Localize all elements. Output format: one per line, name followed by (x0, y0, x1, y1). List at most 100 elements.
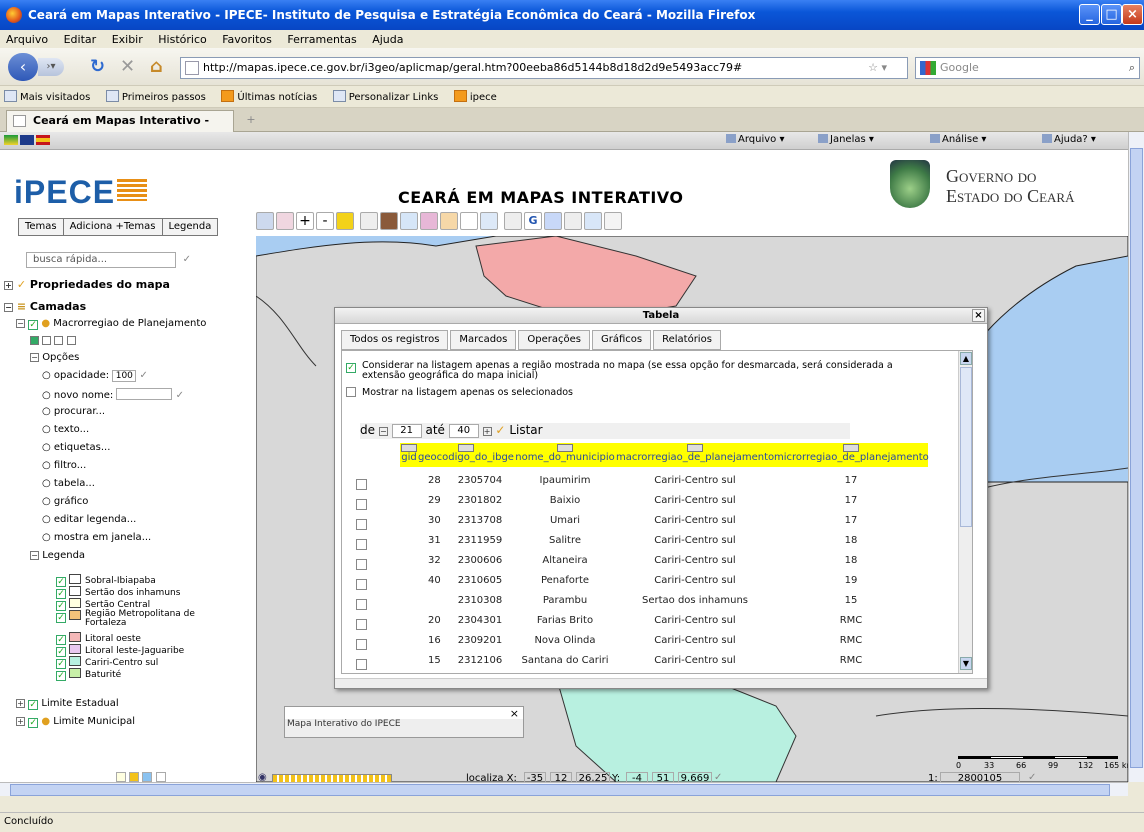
pan-icon[interactable] (256, 212, 274, 230)
page-scroll-thumb[interactable] (1130, 148, 1143, 768)
selection-icon[interactable] (400, 212, 418, 230)
address-bar[interactable]: http://mapas.ipece.ce.gov.br/i3geo/aplic… (180, 57, 908, 79)
expand-icon[interactable]: + (4, 281, 13, 290)
options-node[interactable]: − Opções (30, 352, 79, 363)
table-row[interactable]: 40 2310605 Penaforte Cariri-Centro sul 19 (356, 571, 956, 591)
tab-marcados[interactable]: Marcados (450, 330, 517, 350)
option-grafico[interactable]: ○ gráfico (42, 496, 88, 507)
range-to-input[interactable]: 40 (448, 424, 479, 438)
refresh-map-icon[interactable] (360, 212, 378, 230)
option-procurar[interactable]: ○ procurar... (42, 406, 105, 417)
listar-button[interactable]: Listar (509, 423, 542, 437)
sort-icon[interactable] (401, 444, 417, 452)
collapse-icon[interactable]: − (30, 353, 39, 362)
extent-icon[interactable] (336, 212, 354, 230)
map-properties-node[interactable]: + ✓ Propriedades do mapa (4, 278, 170, 291)
table-row[interactable]: 15 2312106 Santana do Cariri Cariri-Centro … (356, 651, 956, 671)
top-menu-ajuda[interactable]: Ajuda? ▾ (1042, 134, 1096, 145)
bookmark-primeiros-passos[interactable]: Primeiros passos (102, 90, 206, 103)
sort-icon[interactable] (458, 444, 474, 452)
new-name-apply-icon[interactable]: ✓ (176, 390, 184, 401)
scale-go-icon[interactable]: ✓ (1028, 772, 1036, 782)
y-seconds-input[interactable]: 9.669 (678, 772, 712, 782)
maximize-button[interactable]: □ (1101, 4, 1122, 25)
home-icon[interactable]: ⌂ (150, 56, 163, 77)
scroll-up-icon[interactable]: ▲ (960, 352, 972, 365)
option-mostra-em-janela[interactable]: ○ mostra em janela... (42, 532, 151, 543)
scroll-down-icon[interactable]: ▼ (960, 657, 972, 670)
back-button[interactable]: ‹ (8, 53, 38, 81)
range-next-icon[interactable]: + (482, 427, 492, 436)
layers-node[interactable]: − ≡ Camadas (4, 300, 86, 313)
measure-icon[interactable] (440, 212, 458, 230)
tabela-scrollbar[interactable]: ▲ ▼ (958, 351, 972, 673)
column-header-microrregiao[interactable]: microrregiao_de_planejamento (774, 443, 929, 467)
page-vertical-scrollbar[interactable] (1128, 132, 1144, 782)
tab-adiciona-temas[interactable]: Adiciona +Temas (62, 218, 163, 236)
tab-operacoes[interactable]: Operações (518, 330, 590, 350)
new-name-input[interactable] (116, 388, 173, 400)
top-menu-analise[interactable]: Análise ▾ (930, 134, 986, 145)
zoom-out-icon[interactable]: - (316, 212, 334, 230)
sort-icon[interactable] (557, 444, 573, 452)
option-texto[interactable]: ○ texto... (42, 424, 89, 435)
info-icon[interactable] (480, 212, 498, 230)
tabela-close-button[interactable]: × (972, 309, 985, 322)
selected-only-checkbox[interactable] (346, 387, 356, 397)
row-checkbox[interactable] (356, 519, 367, 530)
row-checkbox[interactable] (356, 639, 367, 650)
pie-icon[interactable] (420, 212, 438, 230)
page-horizontal-scrollbar[interactable] (0, 782, 1128, 796)
menu-ajuda[interactable]: Ajuda (366, 30, 409, 46)
flag-brazil-icon[interactable] (4, 135, 18, 145)
menu-arquivo[interactable]: Arquivo (0, 30, 54, 46)
bookmark-ipece[interactable]: ipece (450, 90, 497, 103)
top-menu-arquivo[interactable]: Arquivo ▾ (726, 134, 784, 145)
row-checkbox[interactable] (356, 479, 367, 490)
tab-todos-registros[interactable]: Todos os registros (341, 330, 449, 350)
scale-input[interactable]: 2800105 (940, 772, 1020, 782)
row-checkbox[interactable] (356, 659, 367, 670)
row-checkbox[interactable] (356, 559, 367, 570)
range-from-input[interactable]: 21 (391, 424, 422, 438)
reload-icon[interactable]: ↻ (90, 56, 105, 77)
browser-tab[interactable]: Ceará em Mapas Interativo - IPECE- ... (6, 110, 234, 147)
range-prev-icon[interactable]: − (378, 427, 388, 436)
region-only-checkbox[interactable]: ✓ (346, 363, 356, 373)
y-minutes-input[interactable]: 51 (652, 772, 674, 782)
collapse-icon[interactable]: − (30, 551, 39, 560)
table-row[interactable]: 29 2301802 Baixio Cariri-Centro sul 17 (356, 491, 956, 511)
option-etiquetas[interactable]: ○ etiquetas... (42, 442, 110, 453)
menu-historico[interactable]: Histórico (152, 30, 212, 46)
bookmark-personalizar-links[interactable]: Personalizar Links (329, 90, 438, 103)
overview-strip[interactable] (272, 774, 392, 782)
close-window-button[interactable]: × (1122, 4, 1143, 25)
row-checkbox[interactable] (356, 499, 367, 510)
option-editar-legenda[interactable]: ○ editar legenda... (42, 514, 136, 525)
table-row[interactable]: 16 2309201 Nova Olinda Cariri-Centro sul RMC (356, 631, 956, 651)
zoom-box-icon[interactable] (276, 212, 294, 230)
minimize-button[interactable]: _ (1079, 4, 1100, 25)
google-icon[interactable] (920, 61, 936, 75)
mini-window-close-button[interactable]: × (285, 707, 523, 720)
tab-relatorios[interactable]: Relatórios (653, 330, 721, 350)
tab-temas[interactable]: Temas (18, 218, 64, 236)
option-selected-only[interactable]: Mostrar na listagem apenas os selecionad… (346, 387, 573, 398)
opacity-apply-icon[interactable]: ✓ (140, 370, 148, 381)
menu-favoritos[interactable]: Favoritos (216, 30, 278, 46)
sort-icon[interactable] (687, 444, 703, 452)
layer-checkbox[interactable]: ✓ (28, 320, 39, 330)
pointer-icon[interactable] (460, 212, 478, 230)
column-header-municipio[interactable]: nome_do_municipio (514, 443, 616, 467)
localiza-go-icon[interactable]: ✓ (714, 772, 722, 782)
save-icon[interactable] (584, 212, 602, 230)
option-tabela[interactable]: ○ tabela... (42, 478, 95, 489)
table-row[interactable]: 2310308 Parambu Sertao dos inhamuns 15 (356, 591, 956, 611)
quick-search-go-icon[interactable]: ✓ (183, 253, 191, 267)
column-header-macrorregiao[interactable]: macrorregiao_de_planejamento (616, 443, 774, 467)
edit-icon[interactable] (504, 212, 522, 230)
layer-icon-2[interactable] (42, 336, 52, 345)
legend-node[interactable]: − Legenda (30, 550, 85, 561)
collapse-icon[interactable]: − (4, 303, 13, 312)
table-row[interactable]: 20 2304301 Farias Brito Cariri-Centro sul RM… (356, 611, 956, 631)
